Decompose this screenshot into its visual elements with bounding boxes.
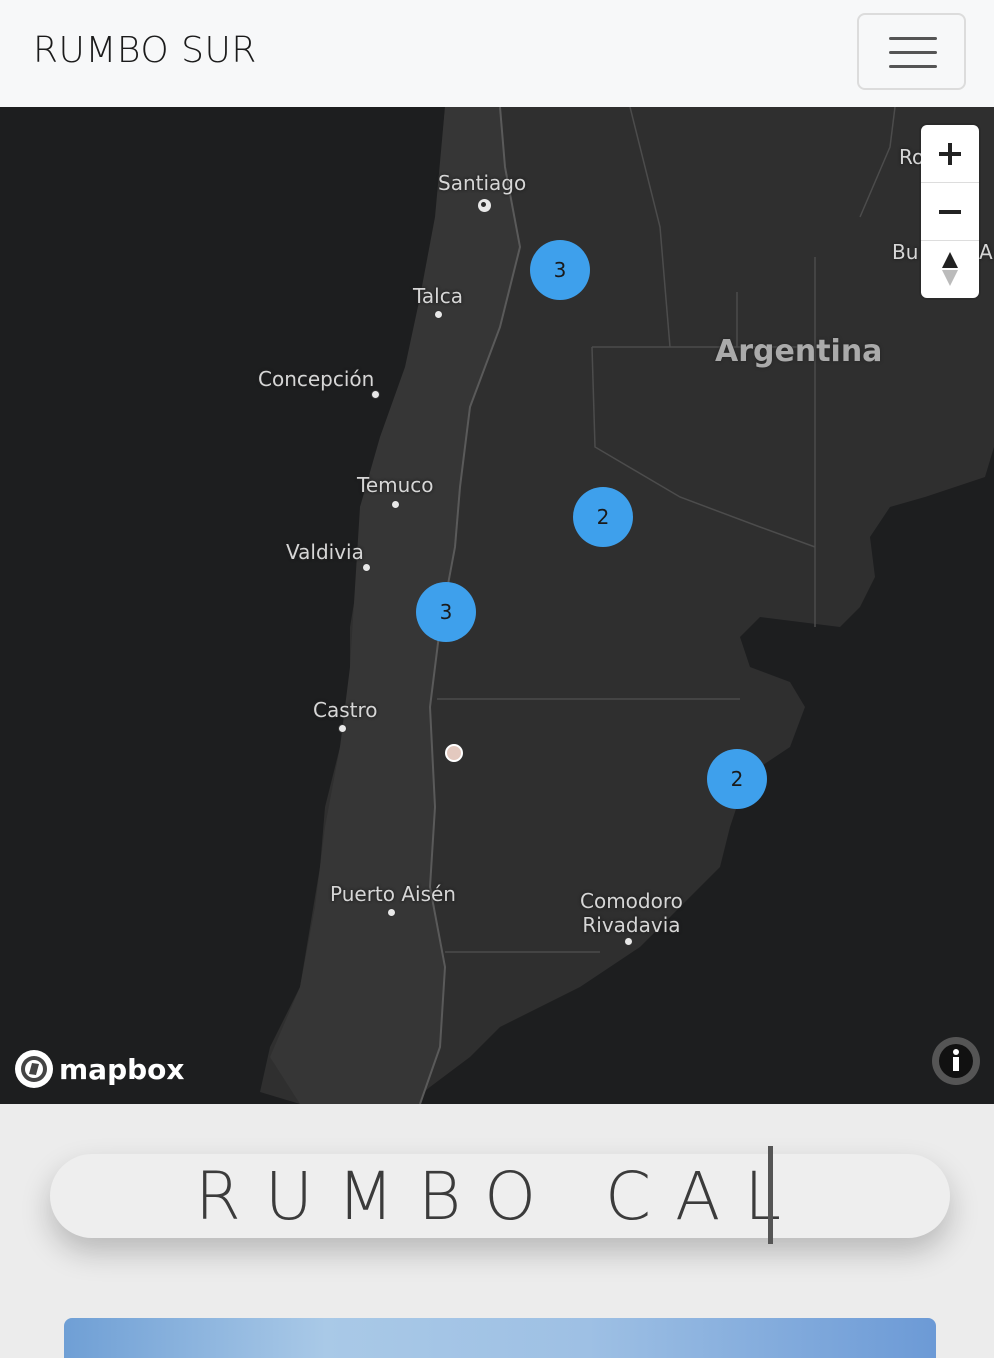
minus-icon — [939, 209, 961, 214]
brand-logo[interactable]: RUMBO SUR — [33, 30, 257, 71]
cluster-marker[interactable]: 2 — [707, 749, 767, 809]
info-icon — [939, 1044, 973, 1078]
city-label-valdivia: Valdivia — [286, 540, 364, 564]
city-dot-icon — [434, 310, 443, 319]
mapbox-logo-text: mapbox — [59, 1052, 185, 1086]
city-dot-icon — [391, 500, 400, 509]
city-dot-icon — [362, 563, 371, 572]
zoom-in-button[interactable] — [921, 125, 979, 183]
map-base-layer — [260, 107, 994, 1104]
city-label-castro: Castro — [313, 698, 378, 722]
location-marker[interactable] — [445, 744, 463, 762]
city-dot-icon — [387, 908, 396, 917]
hamburger-menu-icon — [889, 37, 937, 40]
city-label-santiago: Santiago — [438, 171, 527, 195]
city-label-temuco: Temuco — [357, 473, 434, 497]
city-dot-icon — [371, 390, 380, 399]
city-label-comodoro-rivadavia: Comodoro Rivadavia — [580, 889, 683, 937]
map[interactable]: Santiago Talca Concepción Temuco Valdivi… — [0, 107, 994, 1104]
country-label-argentina: Argentina — [715, 334, 883, 369]
typed-title: RUMBO CAL — [194, 1157, 806, 1235]
compass-button[interactable] — [921, 241, 979, 298]
city-dot-icon — [624, 937, 633, 946]
city-label-concepcion: Concepción — [258, 367, 375, 391]
city-dot-icon — [338, 724, 347, 733]
plus-icon — [939, 142, 961, 165]
navbar: RUMBO SUR — [0, 0, 994, 107]
partial-city-label: Bu — [892, 240, 919, 264]
attribution-button[interactable] — [932, 1037, 980, 1085]
menu-toggle-button[interactable] — [857, 13, 966, 90]
mapbox-logo-icon — [15, 1050, 53, 1088]
cluster-marker[interactable]: 3 — [416, 582, 476, 642]
partial-city-label: A — [979, 240, 993, 264]
mapbox-logo[interactable]: mapbox — [15, 1050, 184, 1088]
map-navigation-controls — [921, 125, 979, 298]
capital-marker-icon — [478, 199, 491, 212]
cluster-marker[interactable]: 3 — [530, 240, 590, 300]
content-card[interactable] — [64, 1318, 936, 1358]
text-caret — [768, 1146, 773, 1244]
compass-icon — [942, 251, 958, 286]
zoom-out-button[interactable] — [921, 183, 979, 241]
city-label-talca: Talca — [413, 284, 463, 308]
city-label-puerto-aisen: Puerto Aisén — [330, 882, 456, 906]
title-pill: RUMBO CAL — [50, 1154, 950, 1238]
cluster-marker[interactable]: 2 — [573, 487, 633, 547]
